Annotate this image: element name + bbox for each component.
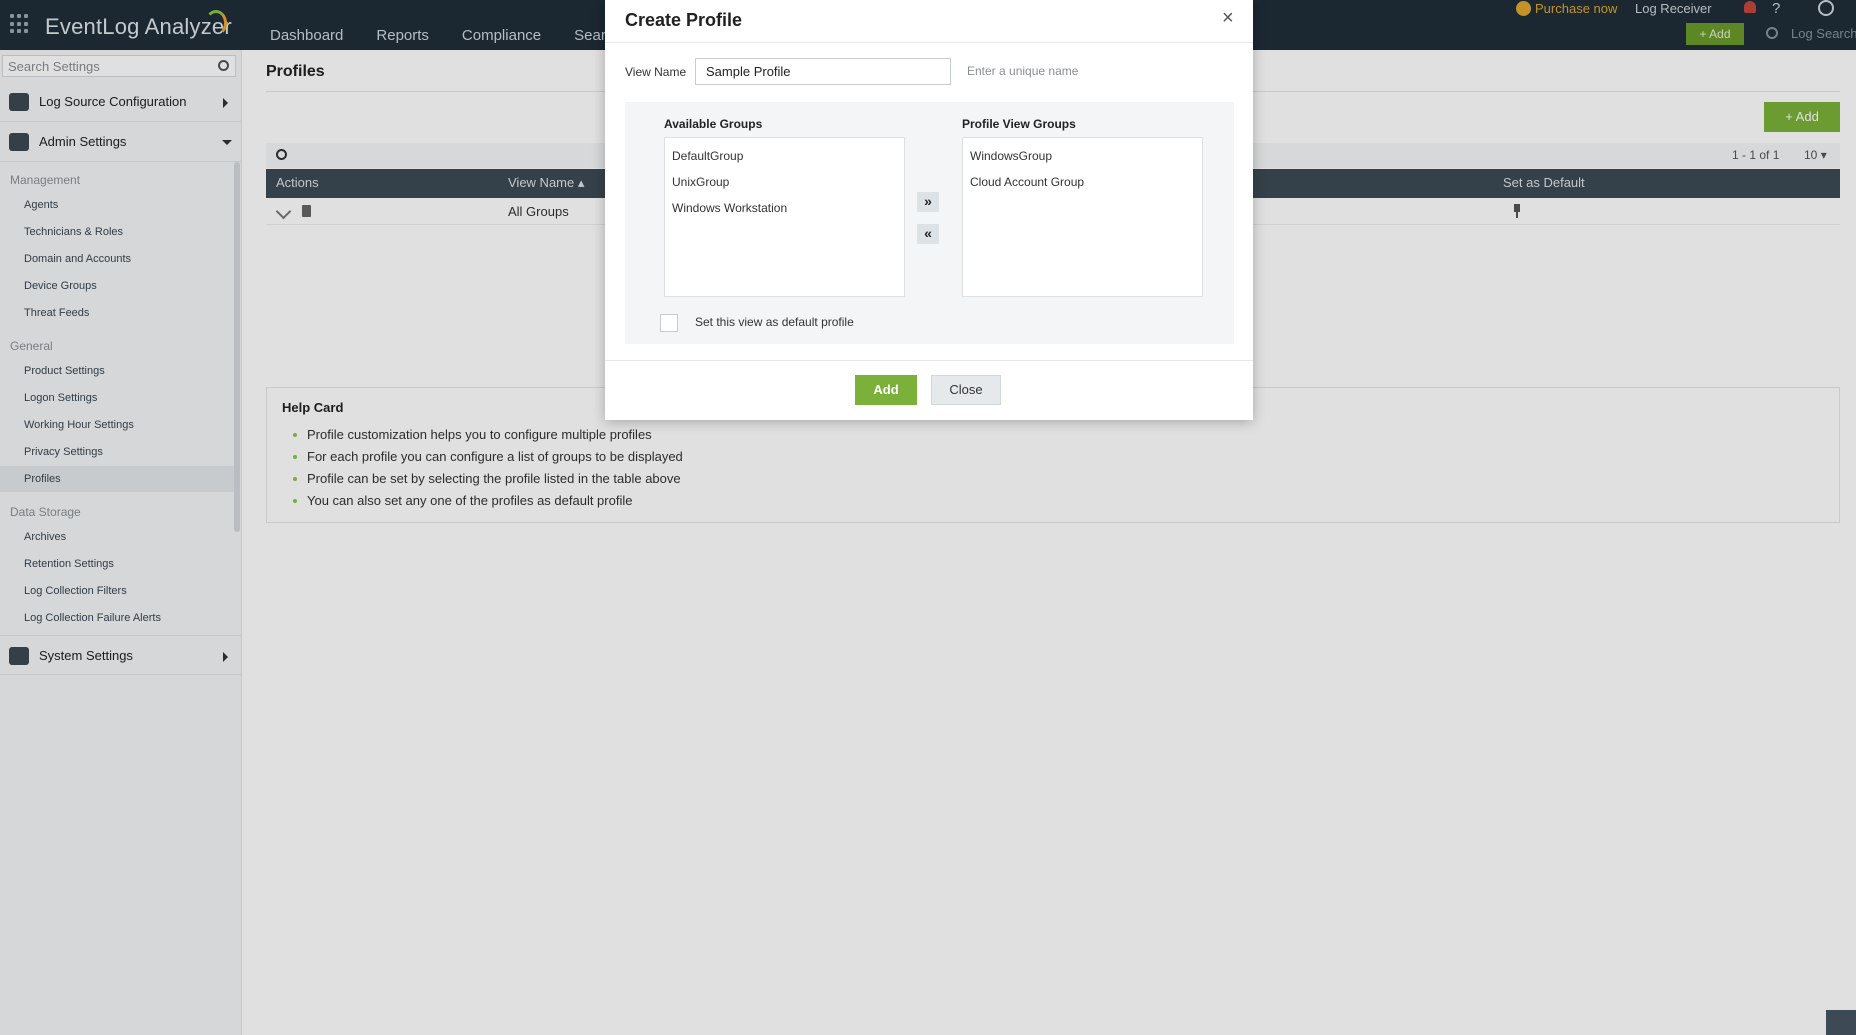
view-name-input[interactable] (695, 58, 951, 85)
available-groups-list[interactable]: DefaultGroup UnixGroup Windows Workstati… (664, 137, 905, 297)
groups-panel: Available Groups DefaultGroup UnixGroup … (625, 102, 1234, 344)
available-group-item[interactable]: Windows Workstation (672, 201, 787, 215)
view-name-hint: Enter a unique name (967, 64, 1079, 78)
move-right-button[interactable]: » (917, 192, 939, 212)
profile-view-groups-list[interactable]: WindowsGroup Cloud Account Group (962, 137, 1203, 297)
close-button[interactable]: Close (931, 375, 1001, 405)
create-profile-dialog: Create Profile × View Name Enter a uniqu… (605, 0, 1253, 420)
feedback-chat-icon[interactable] (1826, 1010, 1856, 1035)
available-group-item[interactable]: UnixGroup (672, 175, 729, 189)
add-button[interactable]: Add (855, 375, 917, 405)
view-name-label: View Name (625, 65, 687, 79)
dialog-header-divider (605, 42, 1253, 43)
move-left-button[interactable]: « (917, 224, 939, 244)
available-groups-title: Available Groups (664, 117, 763, 131)
profile-group-item[interactable]: Cloud Account Group (970, 175, 1084, 189)
available-group-item[interactable]: DefaultGroup (672, 149, 743, 163)
default-profile-label: Set this view as default profile (695, 315, 854, 329)
close-icon[interactable]: × (1222, 8, 1234, 28)
dialog-title: Create Profile (625, 10, 743, 30)
profile-group-item[interactable]: WindowsGroup (970, 149, 1052, 163)
profile-view-groups-title: Profile View Groups (962, 117, 1076, 131)
default-profile-checkbox[interactable] (660, 314, 678, 332)
dialog-footer-divider (605, 360, 1253, 361)
